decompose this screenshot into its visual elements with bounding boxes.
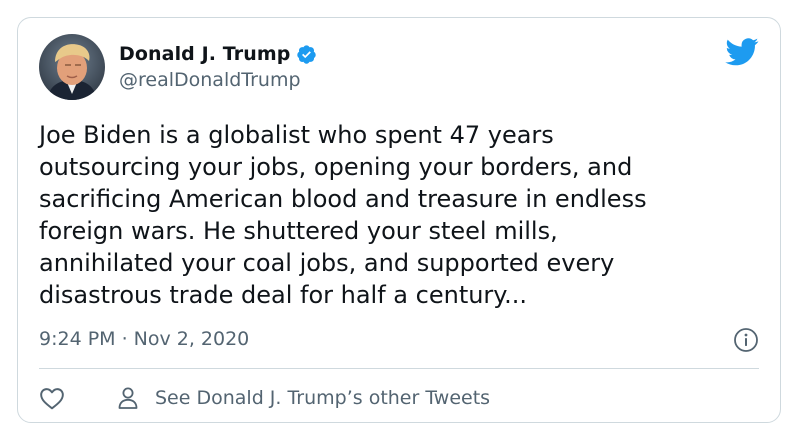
meta-separator: · bbox=[121, 328, 128, 350]
twitter-bird-icon[interactable] bbox=[725, 38, 759, 66]
tweet-text: Joe Biden is a globalist who spent 47 ye… bbox=[39, 119, 759, 311]
tweet-date[interactable]: Nov 2, 2020 bbox=[134, 328, 250, 350]
avatar[interactable] bbox=[39, 34, 105, 100]
see-other-tweets-link[interactable]: See Donald J. Trump’s other Tweets bbox=[155, 387, 490, 409]
verified-badge-icon bbox=[296, 44, 317, 65]
person-icon[interactable] bbox=[117, 386, 139, 410]
author-name-row[interactable]: Donald J. Trump bbox=[119, 42, 317, 66]
tweet-text-line: disastrous trade deal for half a century… bbox=[39, 281, 527, 309]
author-handle[interactable]: @realDonaldTrump bbox=[119, 69, 301, 91]
tweet-time[interactable]: 9:24 PM bbox=[39, 328, 116, 350]
tweet-timestamp[interactable]: 9:24 PM · Nov 2, 2020 bbox=[39, 328, 249, 350]
tweet-text-line: foreign wars. He shuttered your steel mi… bbox=[39, 217, 558, 245]
info-icon[interactable] bbox=[733, 327, 759, 353]
author-display-name[interactable]: Donald J. Trump bbox=[119, 43, 290, 65]
divider bbox=[39, 368, 759, 369]
heart-icon[interactable] bbox=[39, 386, 65, 410]
tweet-card[interactable]: Donald J. Trump @realDonaldTrump Joe Bid… bbox=[17, 17, 781, 423]
tweet-text-line: sacrificing American blood and treasure … bbox=[39, 185, 647, 213]
tweet-actions: See Donald J. Trump’s other Tweets bbox=[39, 384, 490, 412]
tweet-text-line: outsourcing your jobs, opening your bord… bbox=[39, 153, 633, 181]
tweet-text-line: Joe Biden is a globalist who spent 47 ye… bbox=[39, 121, 554, 149]
tweet-text-line: annihilated your coal jobs, and supporte… bbox=[39, 249, 615, 277]
